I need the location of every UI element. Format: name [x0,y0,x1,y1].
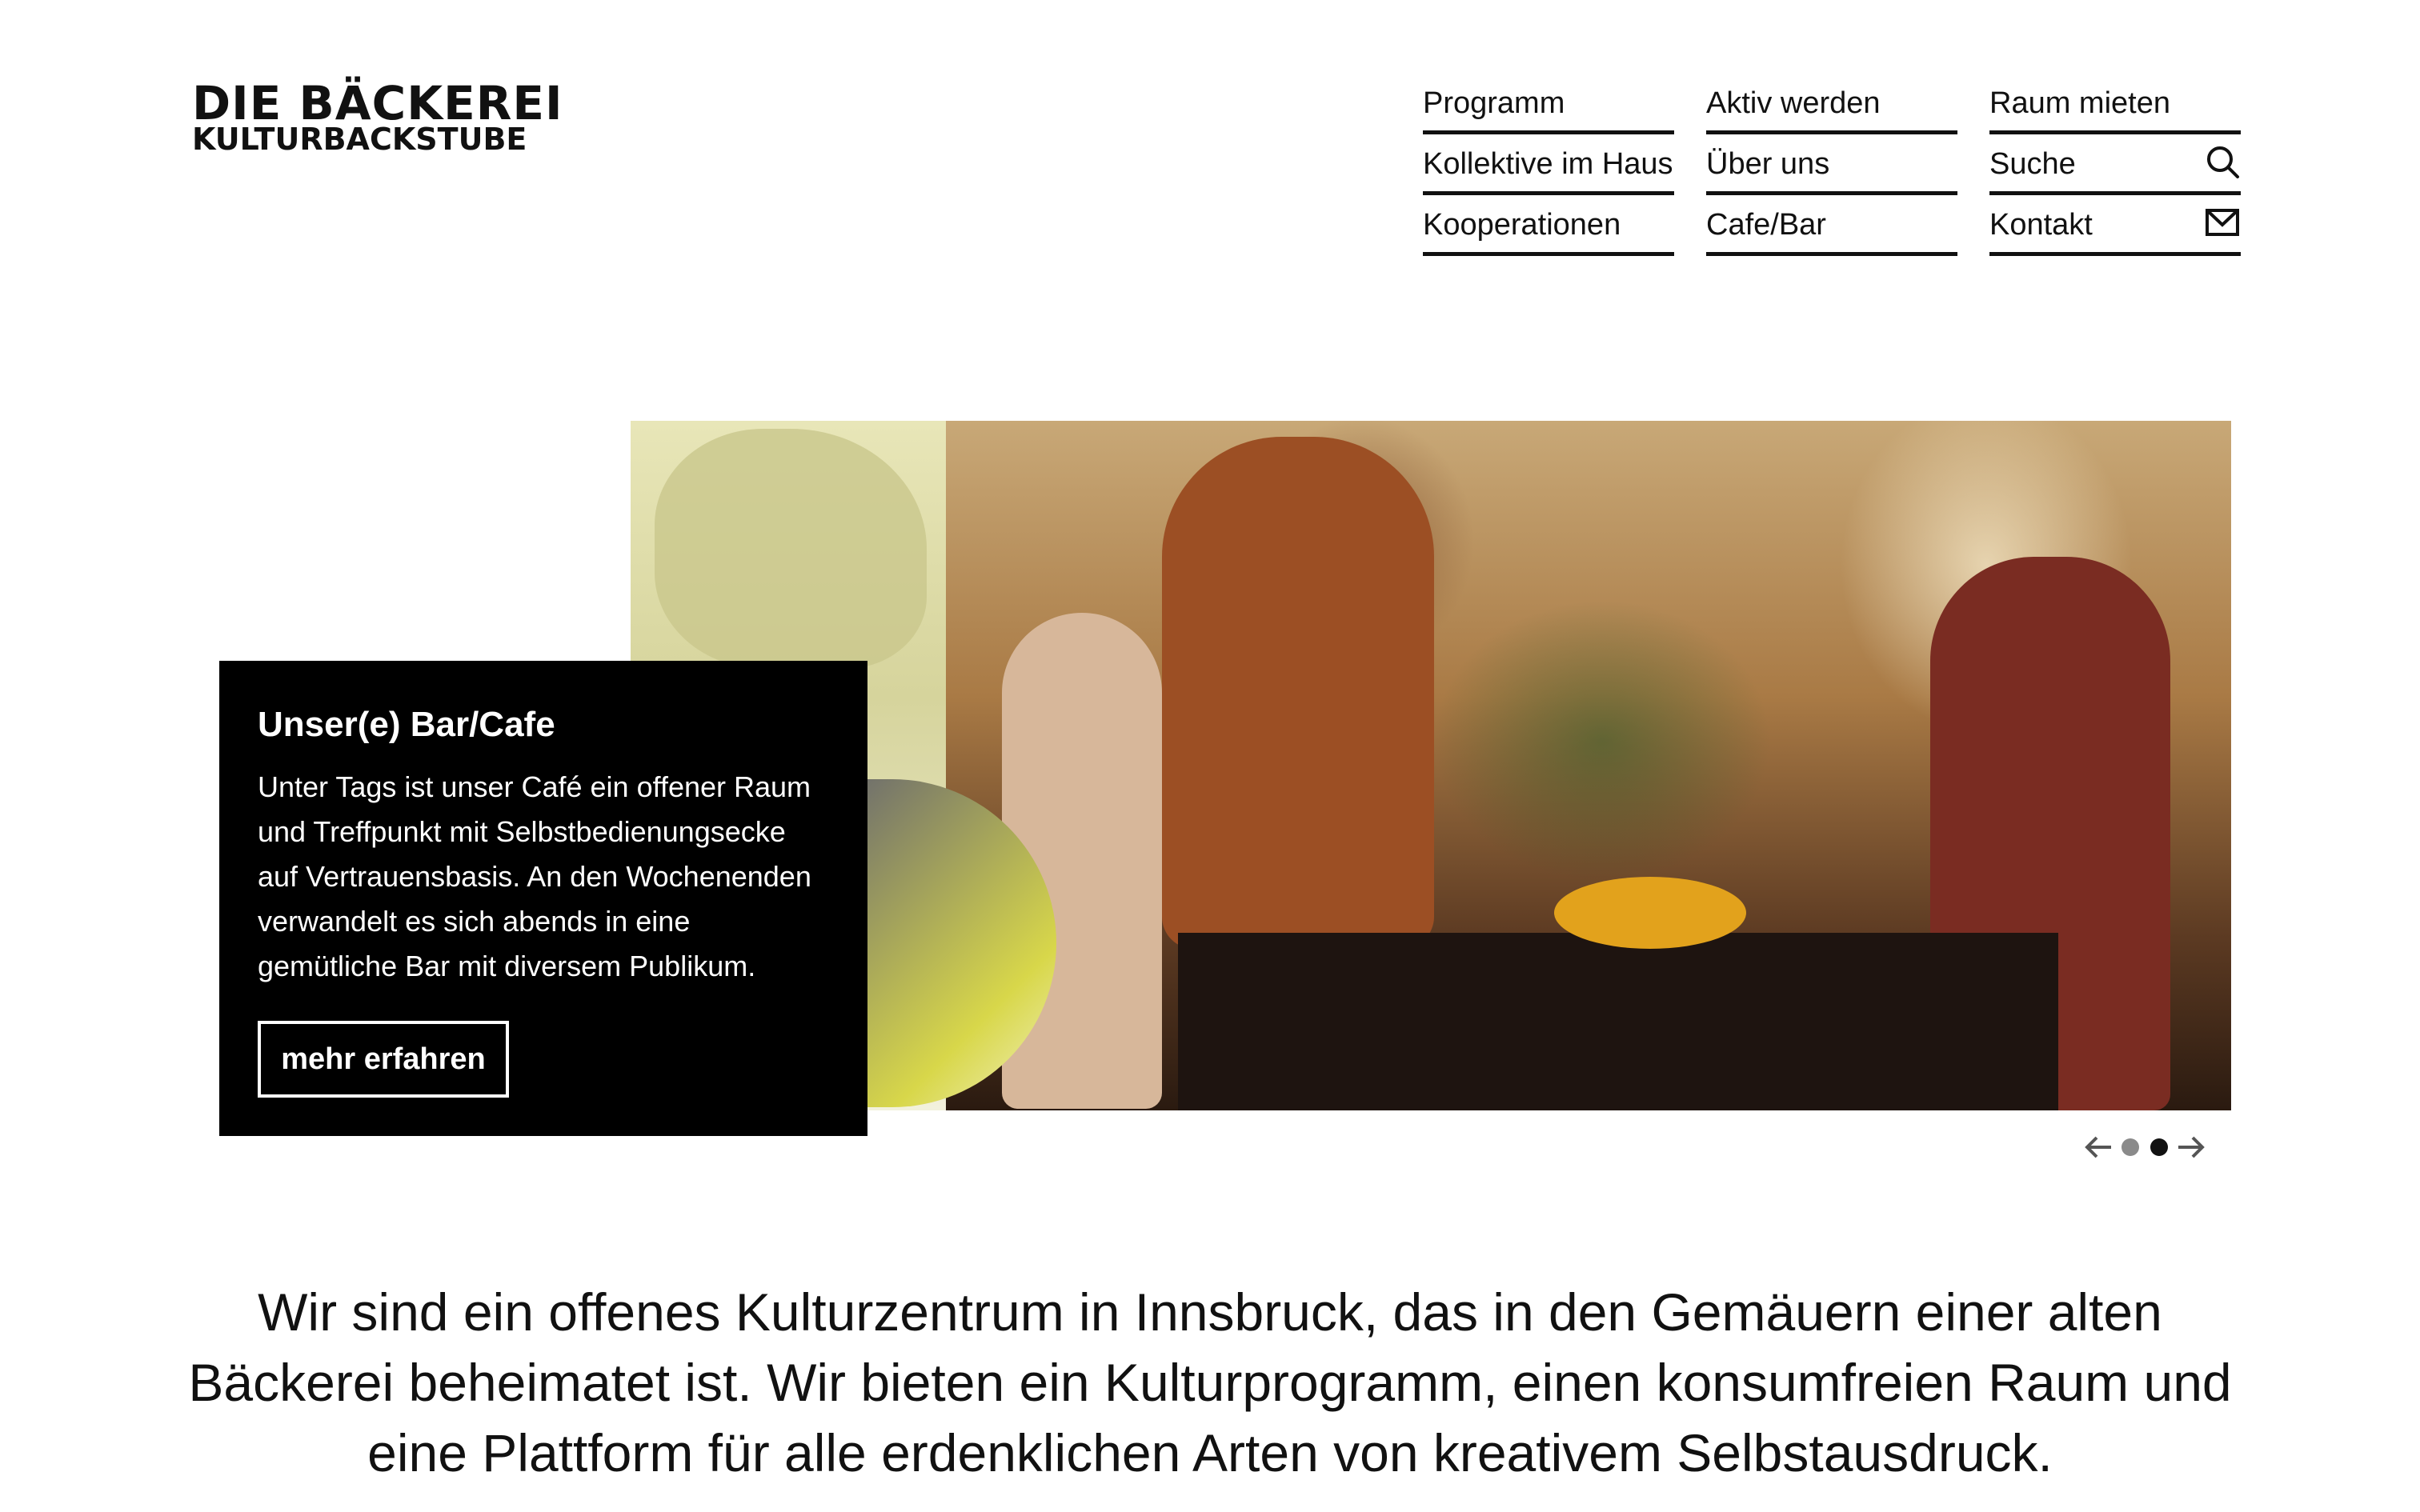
search-icon[interactable] [2204,143,2241,180]
nav-item-kontakt[interactable]: Kontakt [1989,195,2241,256]
nav-item-label: Programm [1423,86,1565,120]
intro-text: Wir sind ein offenes Kulturzentrum in In… [188,1282,2232,1482]
slider-dot-2-active[interactable] [2150,1138,2168,1156]
nav-item-aktiv-werden[interactable]: Aktiv werden [1706,74,1957,134]
nav-item-label: Kontakt [1989,208,2093,242]
nav-item-suche[interactable]: Suche [1989,134,2241,195]
logo-title: DIE BÄCKEREI [192,76,563,130]
nav-item-label: Raum mieten [1989,86,2170,120]
slide-description: Unter Tags ist unser Café ein offener Ra… [258,770,811,982]
sculpture-shape [655,429,927,669]
person-bartender [1162,437,1434,949]
nav-item-label: Kollektive im Haus [1423,147,1673,181]
slider-dot-1[interactable] [2122,1138,2139,1156]
slider-prev-button[interactable] [2081,1131,2116,1163]
cafe-photo [946,421,2231,1110]
bar-counter [1178,933,2058,1110]
nav-item-label: Aktiv werden [1706,86,1881,120]
site-logo[interactable]: DIE BÄCKEREI KULTURBACKSTUBE [192,76,563,157]
nav-item-label: Suche [1989,147,2076,181]
nav-item-ueber-uns[interactable]: Über uns [1706,134,1957,195]
more-info-button[interactable]: mehr erfahren [258,1021,509,1098]
nav-item-label: Kooperationen [1423,208,1621,242]
slide-title: Unser(e) Bar/Cafe [258,705,555,744]
slider-next-button[interactable] [2174,1131,2209,1163]
slide-caption-box: Unser(e) Bar/Cafe Unter Tags ist unser C… [219,661,867,1136]
slider-controls [2081,1131,2209,1163]
nav-item-label: Cafe/Bar [1706,208,1826,242]
mail-icon[interactable] [2204,204,2241,241]
arrow-left-icon [2085,1136,2111,1158]
nav-item-label: Über uns [1706,147,1830,181]
nav-item-raum-mieten[interactable]: Raum mieten [1989,74,2241,134]
nav-item-cafe-bar[interactable]: Cafe/Bar [1706,195,1957,256]
nav-item-kollektive-im-haus[interactable]: Kollektive im Haus [1423,134,1674,195]
logo-subtitle: KULTURBACKSTUBE [192,122,527,157]
fruit-bowl [1554,877,1746,949]
nav-item-programm[interactable]: Programm [1423,74,1674,134]
main-navigation: Programm Aktiv werden Raum mieten Kollek… [1423,74,2241,256]
nav-item-kooperationen[interactable]: Kooperationen [1423,195,1674,256]
arrow-right-icon [2178,1136,2205,1158]
